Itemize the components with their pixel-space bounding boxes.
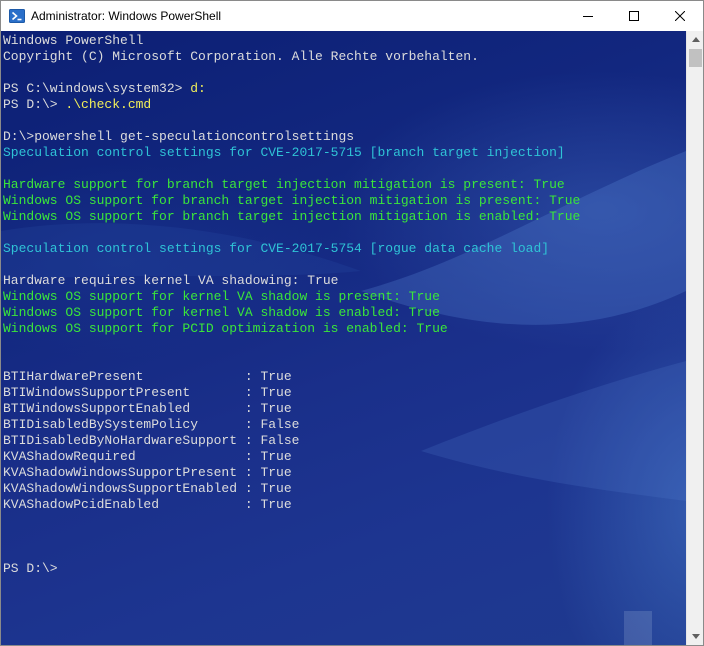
window-title: Administrator: Windows PowerShell <box>31 9 222 23</box>
console-line: Windows OS support for kernel VA shadow … <box>3 289 440 304</box>
console-line: KVAShadowWindowsSupportPresent : True <box>3 465 292 480</box>
console-lines: Windows PowerShell Copyright (C) Microsof… <box>3 33 686 577</box>
console-line: KVAShadowWindowsSupportEnabled : True <box>3 481 292 496</box>
command-text: d: <box>190 81 206 96</box>
console-line: Hardware support for branch target injec… <box>3 177 565 192</box>
console-line: BTIDisabledByNoHardwareSupport : False <box>3 433 300 448</box>
console-output-area[interactable]: Windows PowerShell Copyright (C) Microsof… <box>1 31 686 645</box>
console-line: PS D:\> .\check.cmd <box>3 97 686 113</box>
scroll-up-button[interactable] <box>687 31 704 48</box>
console-line: PS C:\windows\system32> d: <box>3 81 686 97</box>
console-line: KVAShadowRequired : True <box>3 449 292 464</box>
prompt-text: PS D:\> <box>3 97 66 112</box>
console-line: Windows PowerShell <box>3 33 144 48</box>
close-button[interactable] <box>657 1 703 31</box>
maximize-icon <box>629 11 639 21</box>
minimize-button[interactable] <box>565 1 611 31</box>
console-line: Copyright (C) Microsoft Corporation. All… <box>3 49 479 64</box>
console-line: Windows OS support for branch target inj… <box>3 209 581 224</box>
console-line: BTIDisabledBySystemPolicy : False <box>3 417 300 432</box>
close-icon <box>675 11 685 21</box>
console-line: Windows OS support for PCID optimization… <box>3 321 448 336</box>
console-line: Windows OS support for kernel VA shadow … <box>3 305 440 320</box>
powershell-window: Administrator: Windows PowerShell Window… <box>0 0 704 646</box>
minimize-icon <box>583 16 593 17</box>
vertical-scrollbar[interactable] <box>686 31 703 645</box>
console-line: BTIWindowsSupportPresent : True <box>3 385 292 400</box>
command-text: .\check.cmd <box>65 97 152 112</box>
powershell-icon <box>9 8 25 24</box>
console-line: Speculation control settings for CVE-201… <box>3 145 565 160</box>
scrollbar-thumb[interactable] <box>689 49 702 67</box>
console-line: D:\>powershell get-speculationcontrolset… <box>3 129 355 144</box>
scroll-up-arrow-icon <box>691 37 700 42</box>
console-line: BTIWindowsSupportEnabled : True <box>3 401 292 416</box>
console-line: KVAShadowPcidEnabled : True <box>3 497 292 512</box>
console-line: Speculation control settings for CVE-201… <box>3 241 550 256</box>
console-line: Windows OS support for branch target inj… <box>3 193 581 208</box>
prompt-text: PS C:\windows\system32> <box>3 81 191 96</box>
console-line: PS D:\> <box>3 561 58 576</box>
maximize-button[interactable] <box>611 1 657 31</box>
console-line: Hardware requires kernel VA shadowing: T… <box>3 273 339 288</box>
scroll-down-button[interactable] <box>687 628 704 645</box>
title-bar[interactable]: Administrator: Windows PowerShell <box>1 1 703 31</box>
console-line: BTIHardwarePresent : True <box>3 369 292 384</box>
scroll-down-arrow-icon <box>691 634 700 639</box>
